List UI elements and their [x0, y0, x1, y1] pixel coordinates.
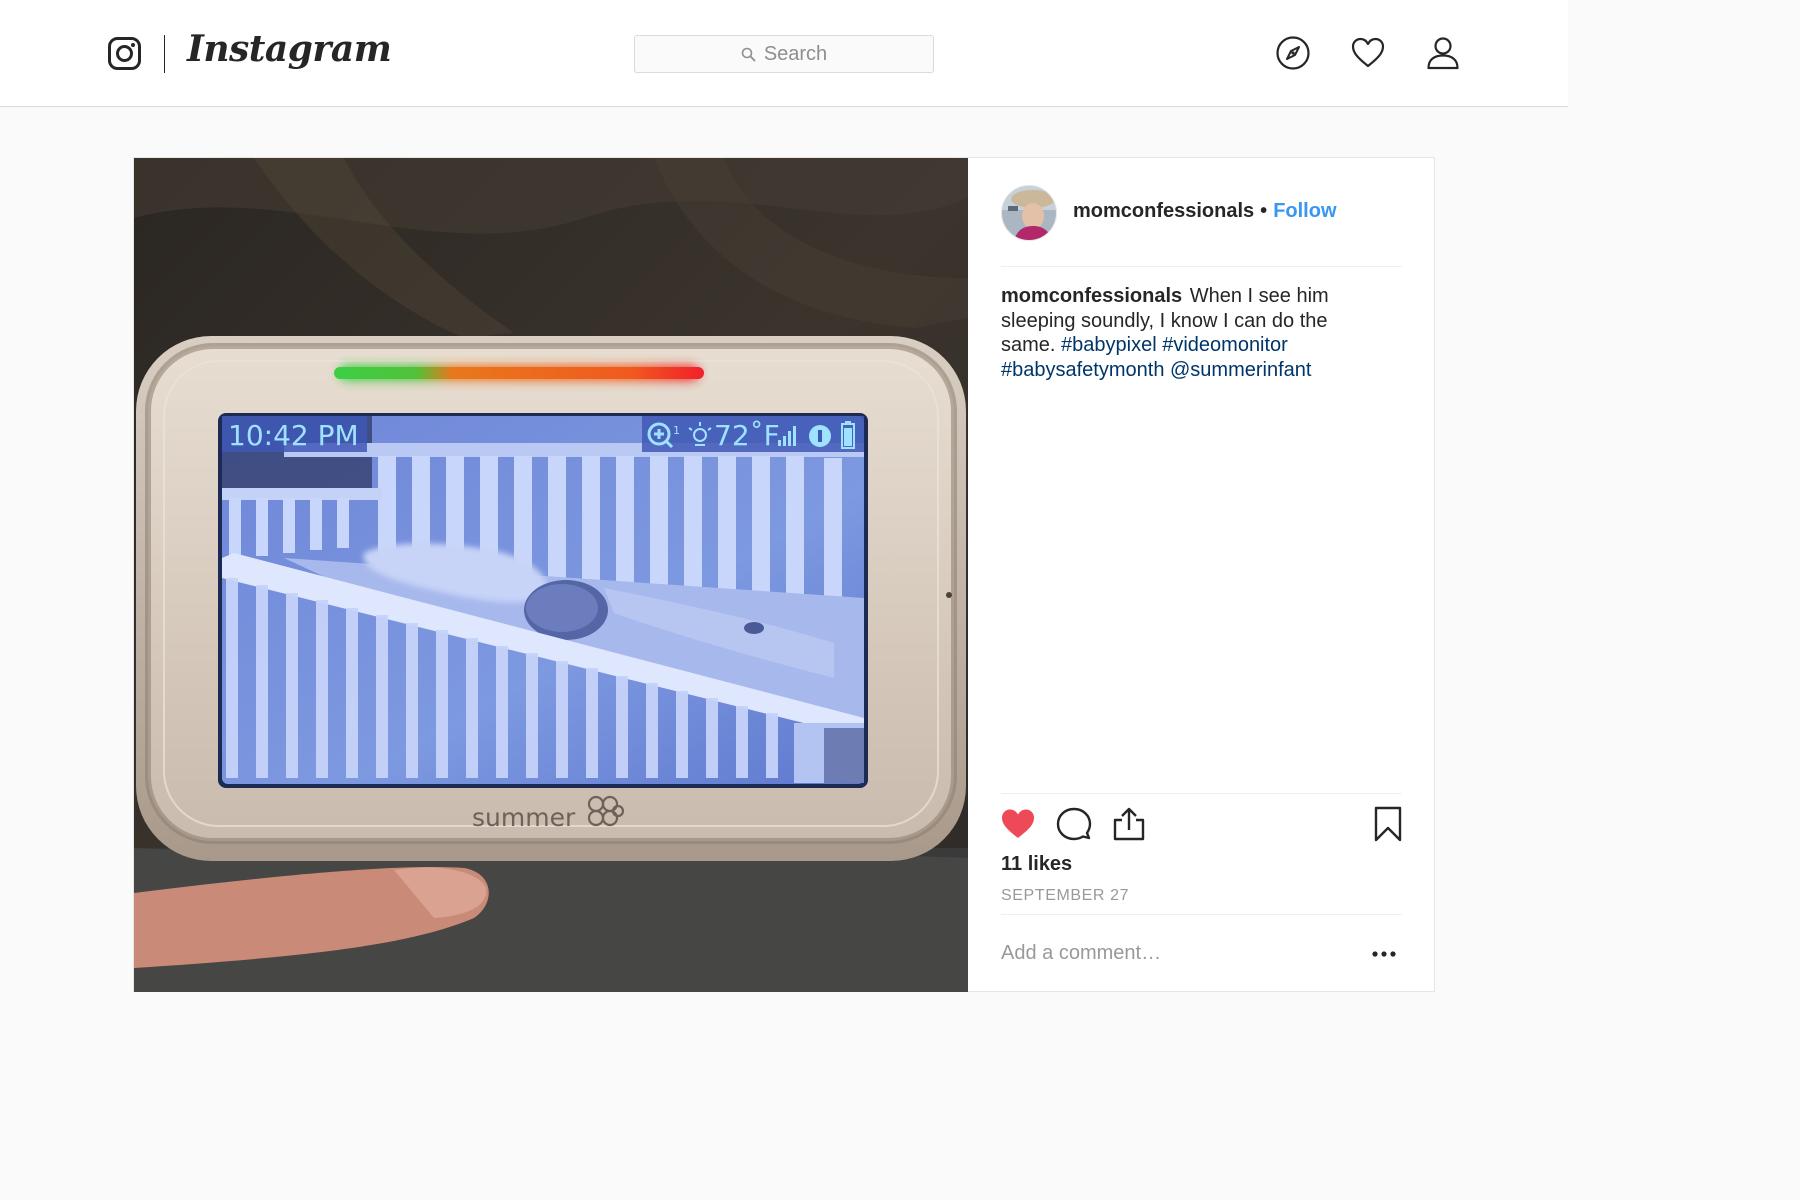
more-options-icon[interactable]: [1369, 947, 1399, 961]
hashtag-link[interactable]: #videomonitor: [1162, 334, 1288, 356]
post-sidebar: momconfessionals • Follow momconfessiona…: [968, 158, 1435, 992]
likes-count[interactable]: 11 likes: [1001, 853, 1072, 876]
post-card: 10:42 PM 1 72˚F summer momconfessionals …: [133, 157, 1435, 992]
heart-icon[interactable]: [1350, 35, 1386, 71]
post-header: momconfessionals • Follow: [1001, 185, 1402, 267]
baby-monitor-photo: 10:42 PM 1 72˚F summer: [134, 158, 968, 992]
separator-dot: •: [1260, 200, 1268, 222]
post-date: SEPTEMBER 27: [1001, 887, 1130, 904]
hashtag-link[interactable]: #babypixel: [1061, 334, 1157, 356]
comment-icon[interactable]: [1056, 806, 1092, 842]
comment-section: Add a comment…: [1001, 914, 1402, 992]
logo-divider: [164, 35, 165, 73]
search-placeholder: Search: [763, 42, 828, 65]
mention-link[interactable]: @summerinfant: [1170, 359, 1311, 381]
search-input[interactable]: Search: [634, 35, 934, 73]
share-icon[interactable]: [1111, 806, 1147, 842]
post-photo[interactable]: 10:42 PM 1 72˚F summer: [134, 158, 968, 992]
monitor-temperature: 72˚F: [714, 419, 780, 452]
hashtag-link[interactable]: #babysafetymonth: [1001, 359, 1164, 381]
add-comment-input[interactable]: Add a comment…: [1001, 942, 1161, 965]
post-caption: momconfessionals When I see him sleeping…: [1001, 284, 1373, 382]
compass-icon[interactable]: [1275, 35, 1311, 71]
instagram-glyph-icon[interactable]: [108, 37, 141, 70]
caption-username[interactable]: momconfessionals: [1001, 285, 1182, 307]
monitor-time: 10:42 PM: [228, 419, 359, 452]
profile-icon[interactable]: [1425, 35, 1461, 71]
top-navigation-bar: Instagram Search: [0, 0, 1568, 107]
avatar[interactable]: [1001, 185, 1057, 241]
user-avatar-image: [1002, 186, 1056, 240]
follow-button[interactable]: Follow: [1273, 200, 1336, 223]
post-author-username[interactable]: momconfessionals: [1073, 200, 1254, 223]
search-icon: [741, 47, 756, 61]
monitor-zoom-level: 1: [673, 424, 680, 437]
actions-divider: [1001, 793, 1402, 794]
monitor-brand-text: summer: [472, 803, 576, 832]
instagram-wordmark[interactable]: Instagram: [187, 28, 392, 70]
like-heart-icon[interactable]: [1000, 806, 1036, 842]
bookmark-icon[interactable]: [1370, 806, 1406, 842]
